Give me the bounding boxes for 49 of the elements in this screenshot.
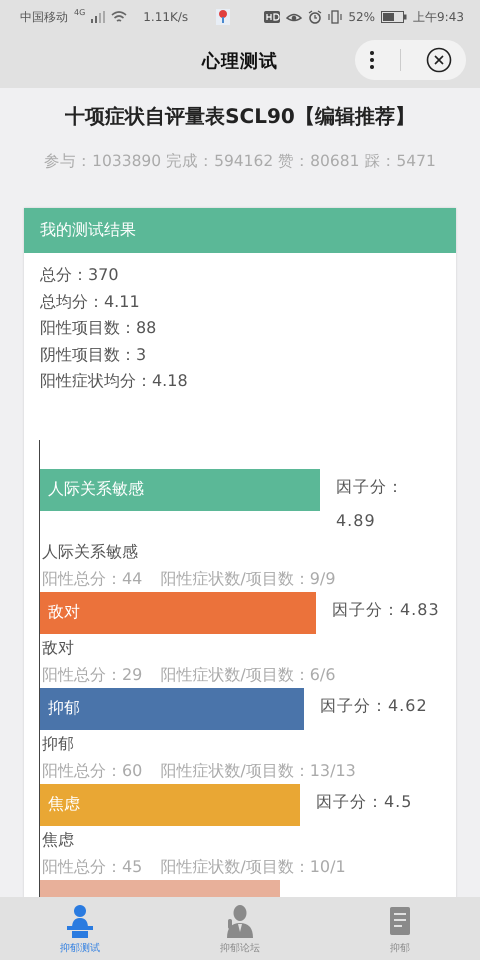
battery-percent: 52%	[348, 10, 376, 24]
hd-icon	[264, 11, 280, 23]
page-title: 心理测试	[202, 50, 278, 73]
factor-detail: 阳性症状数/项目数：10/1	[160, 856, 346, 878]
close-icon	[426, 47, 452, 73]
factor-score: 因子分：4.62	[320, 694, 429, 716]
wifi-icon	[111, 11, 128, 23]
clock-time: 上午9:43	[413, 8, 464, 26]
summary-line: 阳性症状均分：4.18	[40, 370, 189, 392]
factor-score: 因子分：4.83	[332, 598, 440, 620]
summary-line: 总分：370	[40, 264, 120, 286]
eye-icon	[286, 11, 302, 23]
test-stats: 参与：1033890 完成：594162 赞：80681 踩：5471	[43, 151, 437, 172]
factor-name: 抑郁	[41, 732, 75, 754]
factor-detail: 阳性总分：45	[42, 856, 142, 878]
factor-score: 因子分：4.89	[336, 476, 405, 532]
battery-icon	[381, 11, 408, 23]
summary-line: 阳性项目数：88	[40, 317, 158, 339]
person-suit-icon	[225, 904, 255, 938]
factor-bar: 敌对	[40, 592, 316, 634]
map-pin-icon	[216, 9, 230, 25]
tab[interactable]: 抑郁测试	[0, 897, 160, 960]
factor-detail: 阳性总分：60	[42, 760, 142, 782]
factor-detail: 阳性症状数/项目数：13/13	[160, 760, 356, 782]
factor-detail: 阳性症状数/项目数：9/9	[160, 568, 336, 590]
factor-name: 焦虑	[41, 828, 75, 850]
factor-detail: 阳性总分：29	[42, 664, 142, 686]
factor-bar: 抑郁	[40, 688, 304, 730]
factor-detail: 阳性症状数/项目数：6/6	[160, 664, 336, 686]
summary-line: 总均分：4.11	[40, 290, 141, 312]
factor-bar: 焦虑	[40, 784, 300, 826]
alarm-icon	[308, 10, 322, 24]
summary-line: 阴性项目数：3	[40, 344, 148, 366]
tab[interactable]: 抑郁	[320, 897, 480, 960]
vibrate-icon	[328, 10, 342, 24]
speaker-podium-icon	[65, 904, 95, 938]
result-heading: 我的测试结果	[24, 208, 456, 253]
factor-name: 敌对	[41, 636, 75, 658]
more-icon	[369, 50, 376, 70]
factor-detail: 阳性总分：44	[42, 568, 142, 590]
factor-score: 因子分：4.5	[316, 790, 414, 812]
factor-name: 人际关系敏感	[41, 540, 139, 562]
test-title: 十项症状自评量表SCL90【编辑推荐】	[64, 103, 416, 130]
factor-bar: 人际关系敏感	[40, 468, 320, 510]
network-type: 4G	[74, 8, 86, 17]
signal-icon	[91, 11, 106, 23]
carrier-name: 中国移动	[20, 8, 68, 26]
tab[interactable]: 抑郁论坛	[160, 897, 320, 960]
network-speed: 1.11K/s	[143, 10, 188, 24]
